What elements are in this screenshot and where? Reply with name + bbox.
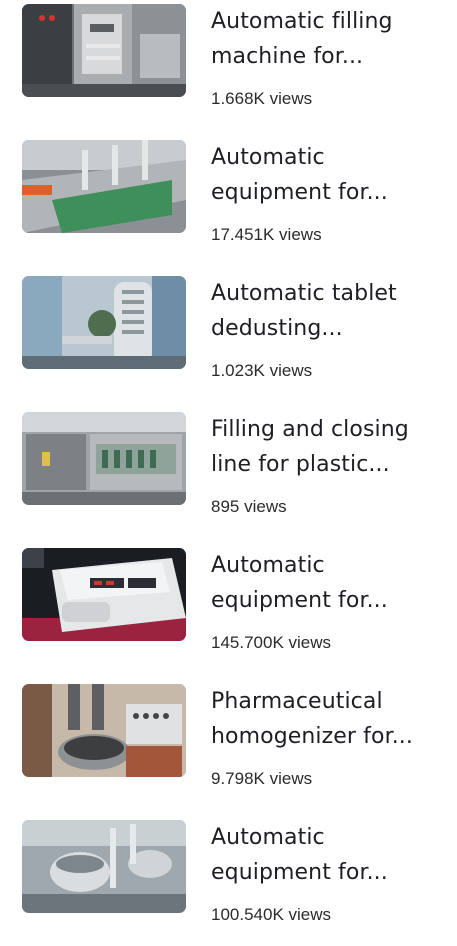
view-count: 1.023K views [211,361,313,380]
video-title[interactable]: Automatic equipment for... [211,820,447,890]
steel-vessel-machine-image [22,820,186,913]
view-count: 100.540K views [211,905,332,924]
video-thumbnail[interactable] [22,4,186,97]
video-thumbnail[interactable] [22,412,186,505]
view-count: 145.700K views [211,633,332,652]
video-title[interactable]: Pharmaceutical homogenizer for... [211,684,447,754]
video-thumbnail[interactable] [22,276,186,369]
video-title[interactable]: Automatic equipment for... [211,548,447,618]
video-thumbnail[interactable] [22,140,186,233]
video-item[interactable]: Automatic equipment for... 100.540K view… [0,816,457,946]
conveyor-line-machine-image [22,140,186,233]
video-item[interactable]: Automatic tablet dedusting... 1.023K vie… [0,272,457,402]
video-title[interactable]: Automatic equipment for... [211,140,447,210]
video-item[interactable]: Pharmaceutical homogenizer for... 9.798K… [0,680,457,810]
view-count: 9.798K views [211,769,313,788]
video-item[interactable]: Automatic equipment for... 17.451K views [0,136,457,266]
video-thumbnail[interactable] [22,820,186,913]
filling-line-machine-image [22,412,186,505]
video-item[interactable]: Automatic filling machine for... 1.668K … [0,0,457,130]
view-count: 895 views [211,497,287,516]
video-thumbnail[interactable] [22,684,186,777]
view-count: 1.668K views [211,89,313,108]
homogenizer-image [22,684,186,777]
vertical-packaging-machine-image [22,4,186,97]
video-item[interactable]: Filling and closing line for plastic... … [0,408,457,538]
video-title[interactable]: Automatic tablet dedusting... [211,276,447,346]
video-thumbnail[interactable] [22,548,186,641]
video-title[interactable]: Filling and closing line for plastic... [211,412,447,482]
video-title[interactable]: Automatic filling machine for... [211,4,447,74]
tablet-deduster-image [22,276,186,369]
video-item[interactable]: Automatic equipment for... 145.700K view… [0,544,457,674]
tablet-tester-image [22,548,186,641]
view-count: 17.451K views [211,225,322,244]
